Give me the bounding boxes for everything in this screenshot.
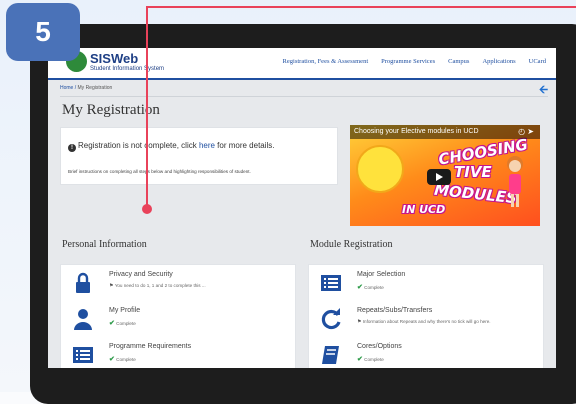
- annotation-line: [146, 6, 576, 8]
- play-icon[interactable]: [427, 169, 451, 185]
- item-title: Major Selection: [357, 271, 406, 278]
- item-title: Programme Requirements: [109, 343, 192, 350]
- item-status: ✔ Complete: [109, 356, 136, 363]
- nav-applications[interactable]: Applications: [482, 58, 515, 65]
- item-title: Privacy and Security: [109, 271, 173, 278]
- module-registration-heading: Module Registration: [310, 239, 393, 250]
- item-title: Repeats/Subs/Transfers: [357, 307, 433, 314]
- back-arrow-icon[interactable]: 🡨: [539, 81, 548, 100]
- app-subtitle: Student Information System: [90, 66, 165, 72]
- list-item-privacy[interactable]: Privacy and Security ⚑ You need to do 1,…: [61, 267, 295, 299]
- sun-illustration: [356, 145, 404, 193]
- list-item-cores-options[interactable]: Cores/Options ✔ Complete: [309, 339, 543, 368]
- notice-prefix: Registration is not complete, click: [78, 141, 199, 150]
- item-status: ✔ Complete: [357, 284, 384, 291]
- personal-info-panel: Privacy and Security ⚑ You need to do 1,…: [60, 264, 296, 368]
- list-item-repeats[interactable]: Repeats/Subs/Transfers ⚑ Information abo…: [309, 303, 543, 335]
- app-screen: SISWeb Student Information System Regist…: [48, 48, 556, 368]
- list-item-programme-requirements[interactable]: Programme Requirements ✔ Complete: [61, 339, 295, 368]
- site-header: SISWeb Student Information System Regist…: [48, 48, 556, 80]
- breadcrumb-current: My Registration: [77, 85, 113, 91]
- lock-icon: [76, 272, 90, 293]
- notice-link[interactable]: here: [199, 141, 215, 150]
- notice-message: ! Registration is not complete, click her…: [68, 141, 275, 152]
- breadcrumb: Home / My Registration: [60, 85, 112, 91]
- book-icon: [322, 346, 339, 364]
- annotation-marker: [142, 204, 152, 214]
- notice-suffix: for more details.: [214, 141, 275, 150]
- list-icon: [73, 347, 93, 363]
- video-word: TIVE: [454, 163, 492, 181]
- info-icon: !: [68, 144, 76, 152]
- item-title: My Profile: [109, 307, 141, 314]
- video-player[interactable]: CHOOSING TIVE MODULES IN UCD Choosing yo…: [350, 125, 540, 226]
- nav-programme-services[interactable]: Programme Services: [381, 58, 435, 65]
- top-navigation: Registration, Fees & Assessment Programm…: [283, 58, 546, 65]
- check-icon: ✔: [357, 356, 363, 363]
- check-icon: ✔: [109, 320, 115, 327]
- check-icon: ✔: [357, 284, 363, 291]
- user-icon: [74, 309, 92, 330]
- list-item-major-selection[interactable]: Major Selection ✔ Complete: [309, 267, 543, 299]
- divider: [60, 96, 548, 97]
- item-status: ✔ Complete: [109, 320, 136, 327]
- item-status: ✔ Complete: [357, 356, 384, 363]
- annotation-line: [146, 6, 148, 208]
- notice-instructions: Brief instructions on completing all ste…: [68, 169, 251, 174]
- registration-notice: ! Registration is not complete, click her…: [60, 127, 338, 185]
- refresh-icon: [321, 308, 341, 330]
- app-name: SISWeb: [90, 51, 139, 66]
- personal-info-heading: Personal Information: [62, 239, 147, 250]
- breadcrumb-home[interactable]: Home: [60, 85, 73, 91]
- brand[interactable]: SISWeb Student Information System: [90, 51, 165, 73]
- list-item-profile[interactable]: My Profile ✔ Complete: [61, 303, 295, 335]
- girl-illustration: [507, 156, 523, 207]
- nav-campus[interactable]: Campus: [448, 58, 469, 65]
- video-title[interactable]: Choosing your Elective modules in UCD: [350, 125, 540, 139]
- item-status: ⚑ You need to do 1, 1 and 2 to complete …: [109, 283, 206, 289]
- nav-registration-fees[interactable]: Registration, Fees & Assessment: [283, 58, 369, 65]
- breadcrumb-separator: /: [74, 85, 77, 91]
- share-icon[interactable]: ◴ ➤: [518, 127, 534, 136]
- list-icon: [321, 275, 341, 291]
- module-registration-panel: Major Selection ✔ Complete Repeats/Subs/…: [308, 264, 544, 368]
- item-title: Cores/Options: [357, 343, 402, 350]
- video-word: IN UCD: [402, 203, 446, 216]
- flag-icon: ⚑: [109, 283, 114, 289]
- step-badge: 5: [6, 3, 80, 61]
- item-status: ⚑ Information about Repeats and why ther…: [357, 319, 491, 325]
- flag-icon: ⚑: [357, 319, 362, 325]
- nav-ucard[interactable]: UCard: [529, 58, 546, 65]
- check-icon: ✔: [109, 356, 115, 363]
